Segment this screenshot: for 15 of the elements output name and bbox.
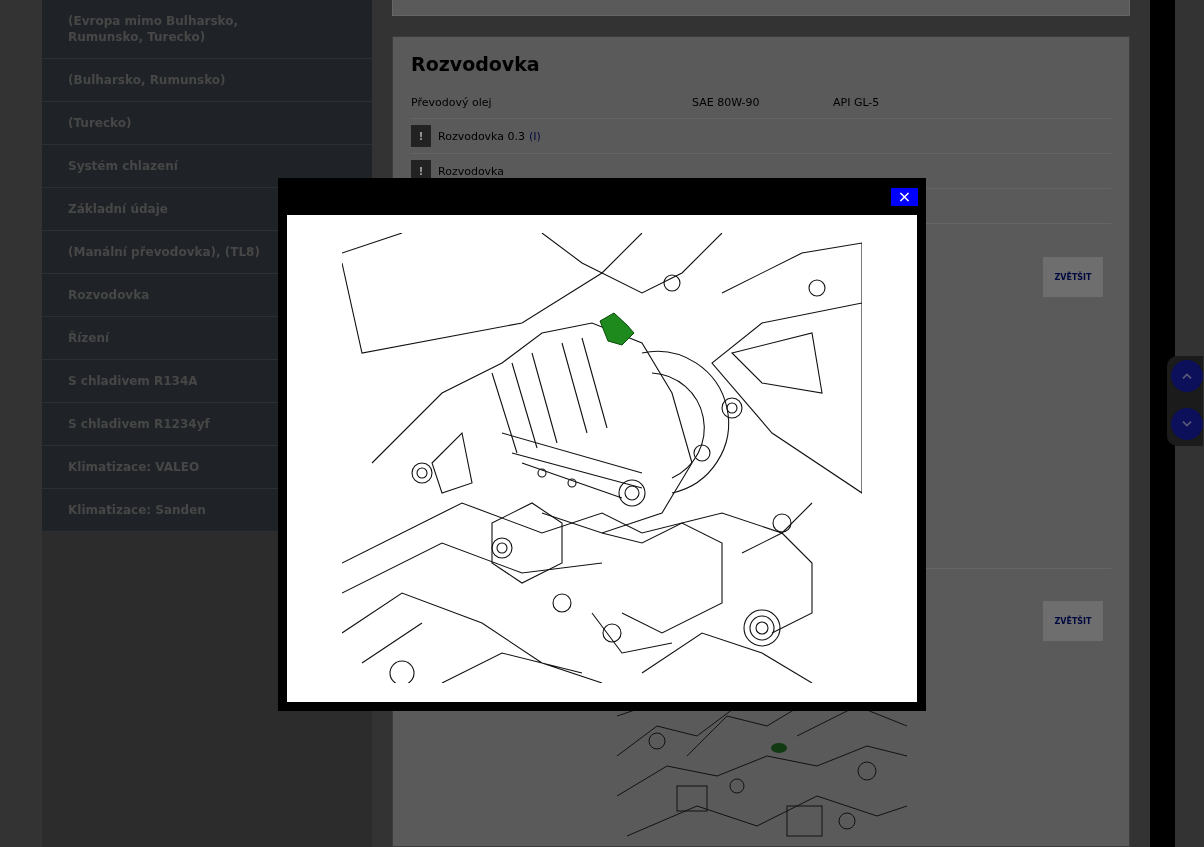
section-title: Rozvodovka [411,53,541,75]
note-text: Rozvodovka [438,164,505,178]
close-button[interactable]: × [891,187,918,206]
fluid-grade: SAE 80W-90 [692,96,761,109]
scroll-up-button[interactable] [1171,360,1203,392]
zoom-button[interactable]: ZVĚTŠIT [1043,601,1103,641]
fluid-standard: API GL-5 [833,96,880,109]
zoom-button[interactable]: ZVĚTŠIT [1043,257,1103,297]
chevron-down-icon [1181,420,1193,428]
fluid-label: Převodový olej [411,96,493,109]
warning-icon: ! [411,125,431,147]
chevron-up-icon [1181,372,1193,380]
note-link[interactable]: (I) [529,129,541,143]
note-text: Rozvodovka 0.3 [438,129,526,143]
scroll-down-button[interactable] [1171,408,1203,440]
